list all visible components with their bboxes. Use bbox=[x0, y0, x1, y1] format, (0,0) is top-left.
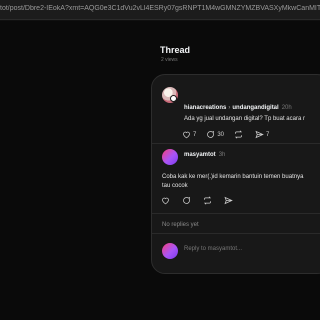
repost-icon bbox=[235, 130, 243, 139]
reply-time: 3h bbox=[218, 152, 226, 158]
parent-author-line: hianacreations › undangandigital 20h bbox=[184, 105, 292, 111]
share-button[interactable] bbox=[224, 196, 235, 205]
comment-count: 30 bbox=[217, 131, 225, 138]
repost-icon bbox=[203, 196, 212, 205]
divider bbox=[152, 213, 320, 214]
parent-time: 20h bbox=[281, 105, 292, 111]
parent-author[interactable]: hianacreations bbox=[184, 105, 226, 111]
like-button[interactable] bbox=[161, 196, 172, 205]
comment-button[interactable]: 30 bbox=[206, 130, 224, 139]
reply-avatar[interactable] bbox=[162, 149, 178, 165]
parent-mention[interactable]: undangandigital bbox=[232, 105, 278, 111]
avatar-badge-icon bbox=[170, 95, 177, 102]
browser-url[interactable]: tot/post/Dbre2-IEokA?xmt=AQG0e3C1dVu2vLl… bbox=[0, 5, 320, 12]
share-button[interactable]: 7 bbox=[255, 130, 269, 139]
share-icon bbox=[255, 130, 264, 139]
reply-input[interactable]: Reply to masyamtot... bbox=[184, 246, 242, 252]
comment-icon bbox=[183, 196, 191, 204]
divider bbox=[152, 233, 320, 234]
reply-author[interactable]: masyamtot bbox=[184, 152, 216, 158]
heart-icon bbox=[183, 131, 190, 139]
view-count: 2 views bbox=[161, 57, 178, 63]
reply-text-line2: tau cocok bbox=[162, 183, 188, 189]
parent-text: Ada yg jual undangan digital? Tp buat ac… bbox=[184, 116, 305, 122]
reply-actions bbox=[161, 196, 245, 205]
share-icon bbox=[224, 196, 233, 205]
parent-actions: 7 30 7 bbox=[182, 130, 279, 139]
repost-button[interactable] bbox=[234, 130, 245, 139]
heart-icon bbox=[162, 197, 169, 205]
share-count: 7 bbox=[266, 131, 270, 138]
compose-avatar bbox=[162, 243, 178, 259]
caret-right-icon: › bbox=[228, 105, 231, 111]
reply-author-line: masyamtot 3h bbox=[184, 152, 225, 158]
like-button[interactable]: 7 bbox=[182, 130, 196, 139]
threads-page: Thread 2 views hianacreations › undangandi… bbox=[0, 21, 320, 320]
comment-icon bbox=[207, 130, 215, 138]
reply-text-line1: Coba kak ke mer(.)id kemarin bantuin tem… bbox=[162, 174, 304, 180]
page-title: Thread bbox=[160, 45, 191, 55]
comment-button[interactable] bbox=[182, 196, 193, 205]
no-replies-text: No replies yet bbox=[162, 222, 199, 228]
divider bbox=[152, 143, 320, 144]
thread-card: hianacreations › undangandigital 20h Ada yg… bbox=[151, 74, 320, 274]
like-count: 7 bbox=[193, 131, 197, 138]
browser-address-bar[interactable]: tot/post/Dbre2-IEokA?xmt=AQG0e3C1dVu2vLl… bbox=[0, 0, 320, 20]
repost-button[interactable] bbox=[203, 196, 214, 205]
